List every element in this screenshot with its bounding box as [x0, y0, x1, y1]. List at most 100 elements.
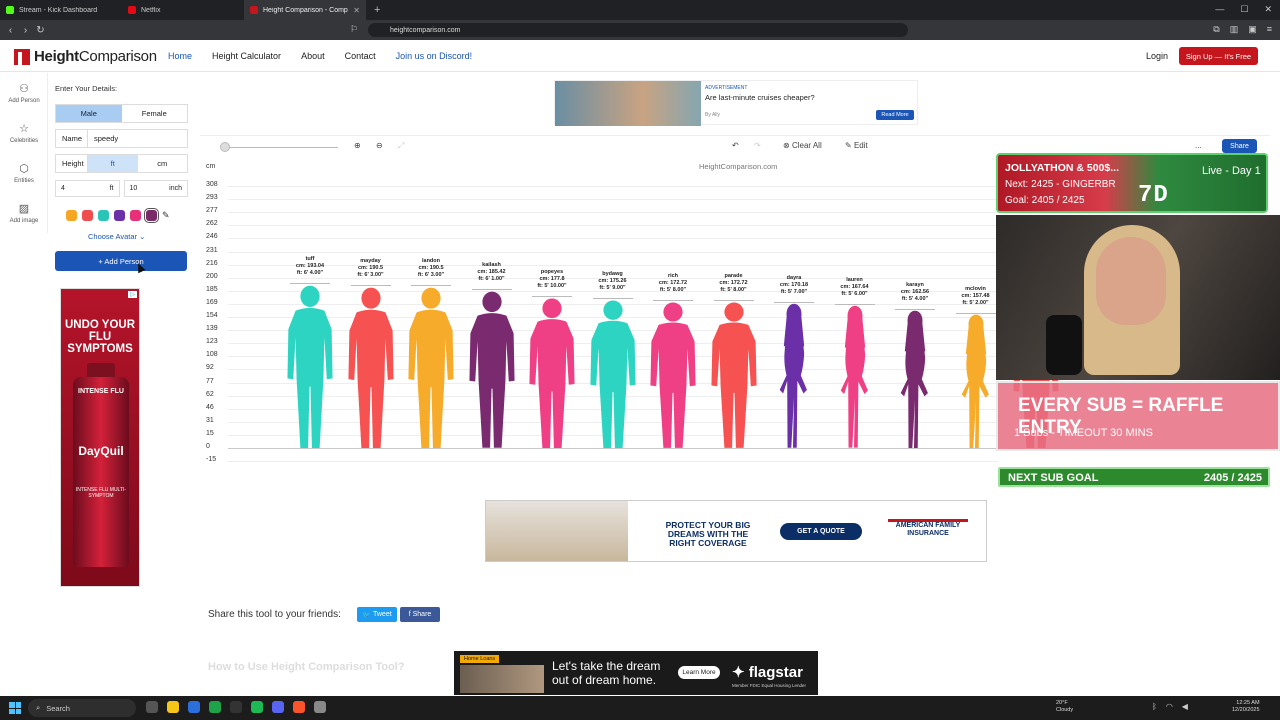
learn-more-button[interactable]: Learn More [678, 666, 720, 679]
site-logo[interactable]: HeightComparison [14, 48, 157, 65]
webcam-feed [996, 215, 1280, 380]
unit-ft-option[interactable]: ft [88, 155, 138, 172]
top-ad[interactable]: ADVERTISEMENT Are last-minute cruises ch… [554, 80, 918, 126]
color-swatch[interactable] [66, 210, 77, 221]
person-figure[interactable] [898, 310, 932, 448]
rail-add-person[interactable]: ⚇ Add Person [0, 73, 48, 113]
zoom-out-icon[interactable]: ⊖ [376, 141, 383, 150]
minimize-icon[interactable]: — [1215, 4, 1224, 15]
unit-cm-option[interactable]: cm [138, 155, 188, 172]
person-figure[interactable] [838, 305, 872, 448]
person-figure[interactable] [959, 314, 993, 448]
person-figure[interactable] [286, 284, 334, 448]
obs-icon[interactable] [230, 701, 242, 713]
female-option[interactable]: Female [122, 105, 188, 122]
feet-input[interactable]: 4 ft [55, 180, 120, 197]
zoom-slider-handle[interactable] [220, 142, 230, 152]
color-swatch[interactable] [130, 210, 141, 221]
nav-height-calculator[interactable]: Height Calculator [212, 51, 281, 61]
weather-widget[interactable]: 20°F Cloudy [1056, 700, 1073, 714]
more-icon[interactable]: ... [1195, 141, 1202, 150]
person-figure[interactable] [528, 297, 576, 448]
sidebar-icon[interactable]: ▥ [1230, 24, 1239, 35]
mid-ad[interactable]: PROTECT YOUR BIG DREAMS WITH THE RIGHT C… [485, 500, 987, 562]
nav-contact[interactable]: Contact [345, 51, 376, 61]
forward-icon[interactable]: › [18, 25, 33, 36]
steam-icon[interactable] [188, 701, 200, 713]
wifi-icon[interactable]: ◠ [1166, 702, 1173, 711]
clock[interactable]: 12:25 AM 12/20/2025 [1232, 700, 1260, 714]
left-ad[interactable]: ▷ UNDO YOUR FLU SYMPTOMS INTENSE FLU Day… [60, 288, 140, 587]
tab-netflix[interactable]: Netflix [122, 0, 244, 20]
rail-celebrities[interactable]: ☆ Celebrities [0, 113, 48, 153]
signup-button[interactable]: Sign Up — It's Free [1179, 47, 1258, 65]
bookmark-icon[interactable]: ⚐ [350, 24, 358, 35]
close-tab-icon[interactable]: ✕ [353, 6, 360, 15]
read-more-button[interactable]: Read More [876, 110, 914, 120]
menu-icon[interactable]: ≡ [1267, 24, 1272, 35]
person-figure[interactable] [347, 286, 395, 448]
volume-icon[interactable]: ◀ [1182, 702, 1188, 711]
inch-input[interactable]: 10 inch [123, 180, 188, 197]
undo-icon[interactable]: ↶ [732, 141, 739, 150]
person-figure[interactable] [710, 301, 758, 448]
person-figure[interactable] [407, 286, 455, 448]
close-window-icon[interactable]: ✕ [1264, 4, 1272, 15]
person-figure[interactable] [468, 290, 516, 448]
discord-icon[interactable] [272, 701, 284, 713]
person-name: karayn [906, 281, 924, 288]
facebook-share-button[interactable]: f Share [400, 607, 440, 622]
new-tab-icon[interactable]: + [374, 4, 380, 16]
share-button[interactable]: Share [1222, 139, 1257, 153]
rail-add-image[interactable]: ▨ Add image [0, 193, 48, 233]
person-figure[interactable] [649, 301, 697, 448]
edit-button[interactable]: ✎ Edit [845, 141, 868, 150]
person-figure[interactable] [777, 303, 811, 448]
nav-discord[interactable]: Join us on Discord! [396, 51, 473, 61]
choose-avatar-link[interactable]: Choose Avatar ⌄ [88, 232, 145, 241]
bluetooth-icon[interactable]: ᛒ [1152, 702, 1157, 711]
clear-all-button[interactable]: ⊗ Clear All [783, 141, 822, 150]
get-quote-button[interactable]: GET A QUOTE [780, 523, 862, 540]
nav-home[interactable]: Home [168, 51, 192, 61]
color-swatch[interactable] [114, 210, 125, 221]
rail-entities[interactable]: ⬡ Entities [0, 153, 48, 193]
color-swatch[interactable] [98, 210, 109, 221]
wallet-icon[interactable]: ▣ [1248, 24, 1257, 35]
tab-kick[interactable]: Stream - Kick Dashboard [0, 0, 122, 20]
zoom-slider-track[interactable] [222, 147, 338, 148]
color-swatch[interactable] [82, 210, 93, 221]
male-option[interactable]: Male [56, 105, 122, 122]
windows-start-icon[interactable] [9, 702, 21, 714]
facebook-icon: f [408, 611, 411, 618]
task-view-icon[interactable] [146, 701, 158, 713]
spotify-icon[interactable] [251, 701, 263, 713]
extensions-icon[interactable]: ⧉ [1213, 24, 1219, 35]
nav-about[interactable]: About [301, 51, 325, 61]
name-input[interactable]: speedy [88, 134, 118, 143]
rail-label: Entities [14, 178, 34, 184]
back-icon[interactable]: ‹ [3, 25, 18, 36]
color-swatch[interactable] [144, 208, 159, 223]
reload-icon[interactable]: ↻ [33, 25, 48, 36]
url-field[interactable]: heightcomparison.com [368, 23, 908, 37]
y-tick-label: 123 [206, 338, 218, 346]
main-nav: Home Height Calculator About Contact Joi… [168, 51, 472, 61]
xbox-icon[interactable] [209, 701, 221, 713]
taskbar-search[interactable]: ⌕ Search [28, 699, 136, 717]
fit-icon[interactable]: ⤢ [398, 141, 404, 151]
person-figure[interactable] [589, 299, 637, 448]
tab-height-comparison[interactable]: Height Comparison - Comparing ✕ [244, 0, 366, 20]
custom-color-icon[interactable]: ✎ [162, 210, 170, 221]
brave-icon[interactable] [293, 701, 305, 713]
bottom-ad[interactable]: Home Loans Let's take the dream out of d… [454, 651, 818, 695]
settings-icon[interactable] [314, 701, 326, 713]
redo-icon[interactable]: ↷ [754, 141, 761, 150]
ad-choices-icon[interactable]: ▷ [128, 291, 137, 298]
maximize-icon[interactable]: ☐ [1240, 4, 1248, 15]
zoom-in-icon[interactable]: ⊕ [354, 141, 361, 150]
login-link[interactable]: Login [1146, 51, 1168, 61]
file-explorer-icon[interactable] [167, 701, 179, 713]
tweet-button[interactable]: 🐦 Tweet [357, 607, 397, 622]
add-person-button[interactable]: + Add Person [55, 251, 187, 271]
